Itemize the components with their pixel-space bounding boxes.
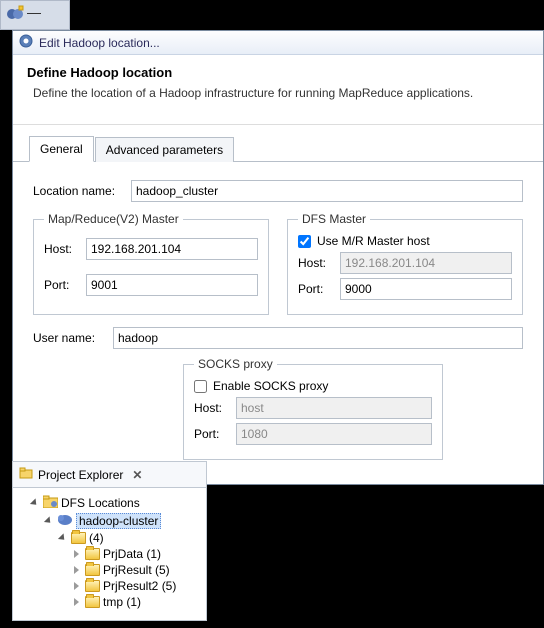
eclipse-toolbar-fragment [0, 0, 70, 30]
edit-hadoop-location-dialog: Edit Hadoop location... Define Hadoop lo… [12, 30, 544, 485]
mapreduce-master-group: Map/Reduce(V2) Master Host: Port: [33, 212, 269, 315]
project-explorer-tab[interactable]: Project Explorer ✕ [13, 462, 206, 488]
project-explorer-title: Project Explorer [38, 468, 123, 482]
hadoop-perspective-icon[interactable] [5, 4, 25, 27]
tree-node-child[interactable]: tmp (1) [17, 594, 202, 610]
user-name-input[interactable] [113, 327, 523, 349]
dfs-port-input[interactable] [340, 278, 512, 300]
tree-node-child[interactable]: PrjResult (5) [17, 562, 202, 578]
collapse-icon [74, 550, 79, 558]
socks-proxy-group: SOCKS proxy Enable SOCKS proxy Host: Por… [183, 357, 443, 460]
user-name-label: User name: [33, 331, 105, 345]
use-mr-host-label: Use M/R Master host [317, 234, 430, 248]
tree-label: hadoop-cluster [76, 513, 161, 529]
tree-label: DFS Locations [61, 496, 140, 510]
dfs-master-group: DFS Master Use M/R Master host Host: Por… [287, 212, 523, 315]
dfs-locations-icon [43, 495, 58, 511]
socks-enable-label: Enable SOCKS proxy [213, 379, 328, 393]
dfs-host-label: Host: [298, 256, 332, 270]
collapse-icon [74, 598, 79, 606]
dialog-icon [19, 34, 33, 51]
collapse-icon [74, 566, 79, 574]
dialog-title: Edit Hadoop location... [39, 36, 160, 50]
location-name-label: Location name: [33, 184, 123, 198]
dialog-titlebar: Edit Hadoop location... [13, 31, 543, 55]
project-explorer-icon [19, 466, 33, 483]
tabs: General Advanced parameters [13, 125, 543, 162]
tree-label: PrjResult (5) [103, 563, 170, 577]
close-icon[interactable]: ✕ [132, 468, 142, 482]
mr-port-input[interactable] [86, 274, 258, 296]
tab-advanced[interactable]: Advanced parameters [95, 137, 234, 162]
mapreduce-legend: Map/Reduce(V2) Master [44, 212, 183, 226]
minimize-icon[interactable] [27, 13, 41, 17]
expand-icon [44, 516, 53, 525]
dfs-port-label: Port: [298, 282, 332, 296]
tree-label: PrjResult2 (5) [103, 579, 176, 593]
tree-node-child[interactable]: PrjResult2 (5) [17, 578, 202, 594]
use-mr-host-checkbox[interactable] [298, 235, 311, 248]
dialog-heading: Define Hadoop location [27, 65, 529, 80]
folder-icon [71, 532, 86, 544]
socks-host-input [236, 397, 432, 419]
tree-node-child[interactable]: PrjData (1) [17, 546, 202, 562]
socks-enable-checkbox[interactable] [194, 380, 207, 393]
tab-general[interactable]: General [29, 136, 94, 162]
tree-label: PrjData (1) [103, 547, 161, 561]
project-explorer-tree: DFS Locations hadoop-cluster (4) PrjData… [13, 488, 206, 620]
socks-legend: SOCKS proxy [194, 357, 277, 371]
mr-host-input[interactable] [86, 238, 258, 260]
socks-port-input [236, 423, 432, 445]
tree-node-count[interactable]: (4) [17, 530, 202, 546]
elephant-icon [57, 513, 73, 529]
tree-label: (4) [89, 531, 104, 545]
socks-port-label: Port: [194, 427, 228, 441]
project-explorer-view: Project Explorer ✕ DFS Locations hadoop-… [12, 461, 207, 621]
socks-host-label: Host: [194, 401, 228, 415]
tree-node-dfs-locations[interactable]: DFS Locations [17, 494, 202, 512]
folder-icon [85, 564, 100, 576]
mr-host-label: Host: [44, 242, 78, 256]
tab-panel-general: Location name: Map/Reduce(V2) Master Hos… [13, 162, 543, 484]
expand-icon [30, 498, 39, 507]
dfs-legend: DFS Master [298, 212, 370, 226]
dialog-header: Define Hadoop location Define the locati… [13, 55, 543, 125]
tree-node-cluster[interactable]: hadoop-cluster [17, 512, 202, 530]
mr-port-label: Port: [44, 278, 78, 292]
expand-icon [58, 533, 67, 542]
dialog-subheading: Define the location of a Hadoop infrastr… [33, 86, 529, 100]
folder-icon [85, 596, 100, 608]
tree-label: tmp (1) [103, 595, 141, 609]
dfs-host-input [340, 252, 512, 274]
location-name-input[interactable] [131, 180, 523, 202]
collapse-icon [74, 582, 79, 590]
folder-icon [85, 580, 100, 592]
folder-icon [85, 548, 100, 560]
